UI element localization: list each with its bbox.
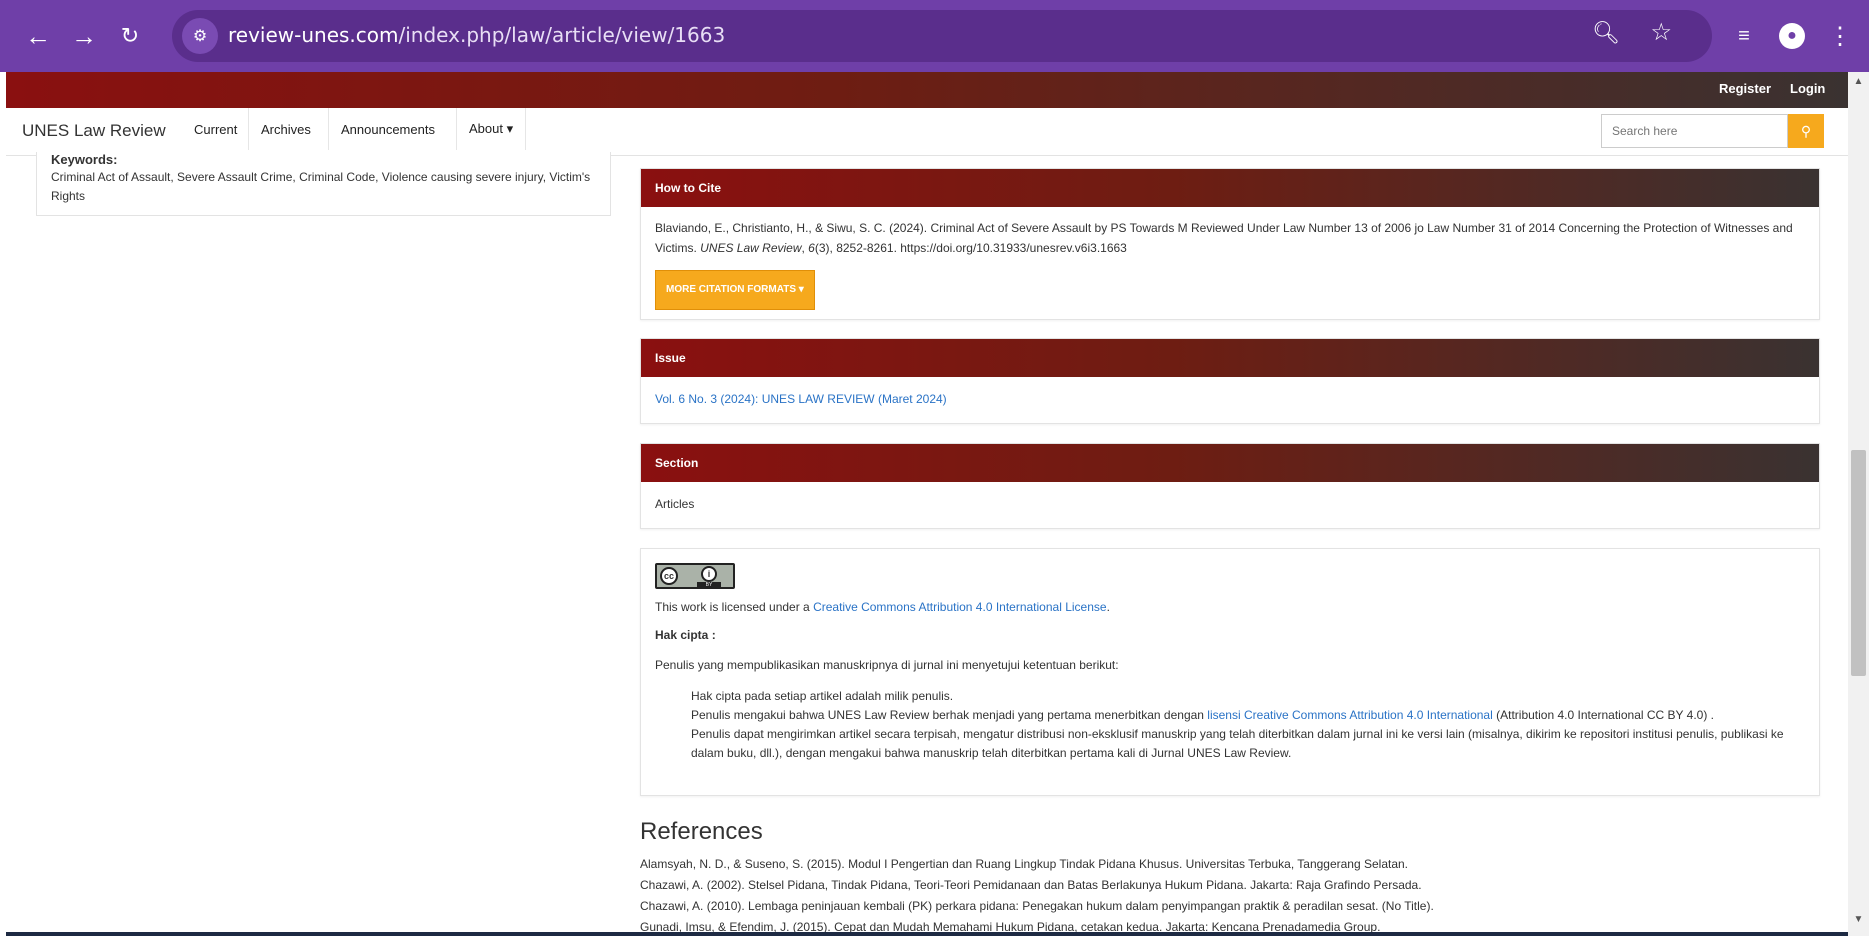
how-to-cite-panel: How to Cite Blaviando, E., Christianto, …: [640, 168, 1820, 320]
reference-item: Chazawi, A. (2002). Stelsel Pidana, Tind…: [640, 878, 1422, 892]
copyright-list: Hak cipta pada setiap artikel adalah mil…: [655, 687, 1805, 763]
keywords-text: Criminal Act of Assault, Severe Assault …: [51, 170, 591, 203]
back-icon[interactable]: ←: [18, 16, 58, 56]
scroll-up-icon[interactable]: ▲: [1848, 72, 1869, 92]
search-input[interactable]: [1601, 114, 1788, 148]
url-domain: review-unes.com: [228, 23, 399, 47]
references-list: Alamsyah, N. D., & Suseno, S. (2015). Mo…: [640, 854, 1820, 938]
bookmark-star-icon[interactable]: ☆: [1650, 18, 1672, 47]
cc-by-badge[interactable]: cc i BY: [655, 563, 735, 589]
site-brand[interactable]: UNES Law Review: [22, 121, 166, 141]
search-icon[interactable]: ⚲: [1788, 114, 1824, 148]
browser-toolbar: ← → ↻ ⚙ review-unes.com/index.php/law/ar…: [0, 0, 1869, 72]
nav-current[interactable]: Current: [182, 108, 249, 150]
login-link[interactable]: Login: [1790, 81, 1825, 96]
reference-item: Chazawi, A. (2010). Lembaga peninjauan k…: [640, 899, 1434, 913]
reference-item: Alamsyah, N. D., & Suseno, S. (2015). Mo…: [640, 857, 1409, 871]
by-label: BY: [697, 582, 721, 588]
citation-text: Blaviando, E., Christianto, H., & Siwu, …: [655, 221, 1793, 255]
license-statement: This work is licensed under a Creative C…: [655, 600, 1110, 614]
copyright-item-3: Penulis dapat mengirimkan artikel secara…: [691, 727, 1784, 760]
copyright-title: Hak cipta :: [655, 628, 716, 642]
cc-license-link-2[interactable]: lisensi Creative Commons Attribution 4.0…: [1207, 708, 1492, 722]
more-citation-formats-button[interactable]: MORE CITATION FORMATS ▾: [655, 270, 815, 310]
register-link[interactable]: Register: [1719, 81, 1771, 96]
copyright-intro: Penulis yang mempublikasikan manuskripny…: [655, 658, 1119, 672]
scroll-down-icon[interactable]: ▼: [1848, 910, 1869, 930]
site-navbar: UNES Law Review Current Archives Announc…: [6, 108, 1848, 156]
reload-icon[interactable]: ↻: [110, 16, 150, 56]
how-to-cite-heading: How to Cite: [641, 169, 1819, 207]
nav-announcements[interactable]: Announcements: [328, 108, 447, 150]
issue-link[interactable]: Vol. 6 No. 3 (2024): UNES LAW REVIEW (Ma…: [655, 392, 947, 406]
cc-logo-icon: cc: [660, 567, 678, 585]
section-value: Articles: [655, 497, 695, 511]
issue-panel: Issue Vol. 6 No. 3 (2024): UNES LAW REVI…: [640, 338, 1820, 424]
profile-icon[interactable]: ●: [1772, 16, 1812, 56]
reading-list-icon[interactable]: ≡: [1724, 16, 1764, 56]
license-panel: cc i BY This work is licensed under a Cr…: [640, 548, 1820, 796]
site-settings-icon[interactable]: ⚙: [182, 18, 218, 54]
copyright-item-1: Hak cipta pada setiap artikel adalah mil…: [691, 689, 954, 703]
nav-archives[interactable]: Archives: [248, 108, 323, 150]
bottom-edge: [6, 932, 1848, 936]
url-path: /index.php/law/article/view/1663: [398, 23, 726, 47]
site-topbar: Register Login: [6, 72, 1848, 108]
forward-icon[interactable]: →: [64, 16, 104, 56]
zoom-icon[interactable]: 🔍︎: [1592, 20, 1620, 46]
keywords-box: Keywords: Criminal Act of Assault, Sever…: [36, 152, 611, 216]
section-heading: Section: [641, 444, 1819, 482]
cc-license-link[interactable]: Creative Commons Attribution 4.0 Interna…: [813, 600, 1107, 614]
copyright-item-2: Penulis mengakui bahwa UNES Law Review b…: [691, 708, 1715, 722]
references-title: References: [640, 818, 763, 845]
keywords-label: Keywords:: [51, 152, 118, 167]
address-bar[interactable]: ⚙ review-unes.com/index.php/law/article/…: [172, 10, 1712, 62]
section-panel: Section Articles: [640, 443, 1820, 529]
attribution-icon: i: [701, 566, 717, 582]
issue-heading: Issue: [641, 339, 1819, 377]
scrollbar-thumb[interactable]: [1851, 450, 1866, 676]
page-scrollbar[interactable]: ▲ ▼: [1848, 72, 1869, 936]
url-text[interactable]: review-unes.com/index.php/law/article/vi…: [228, 23, 725, 47]
menu-kebab-icon[interactable]: ⋮: [1820, 16, 1860, 56]
nav-about[interactable]: About ▾: [456, 108, 527, 150]
